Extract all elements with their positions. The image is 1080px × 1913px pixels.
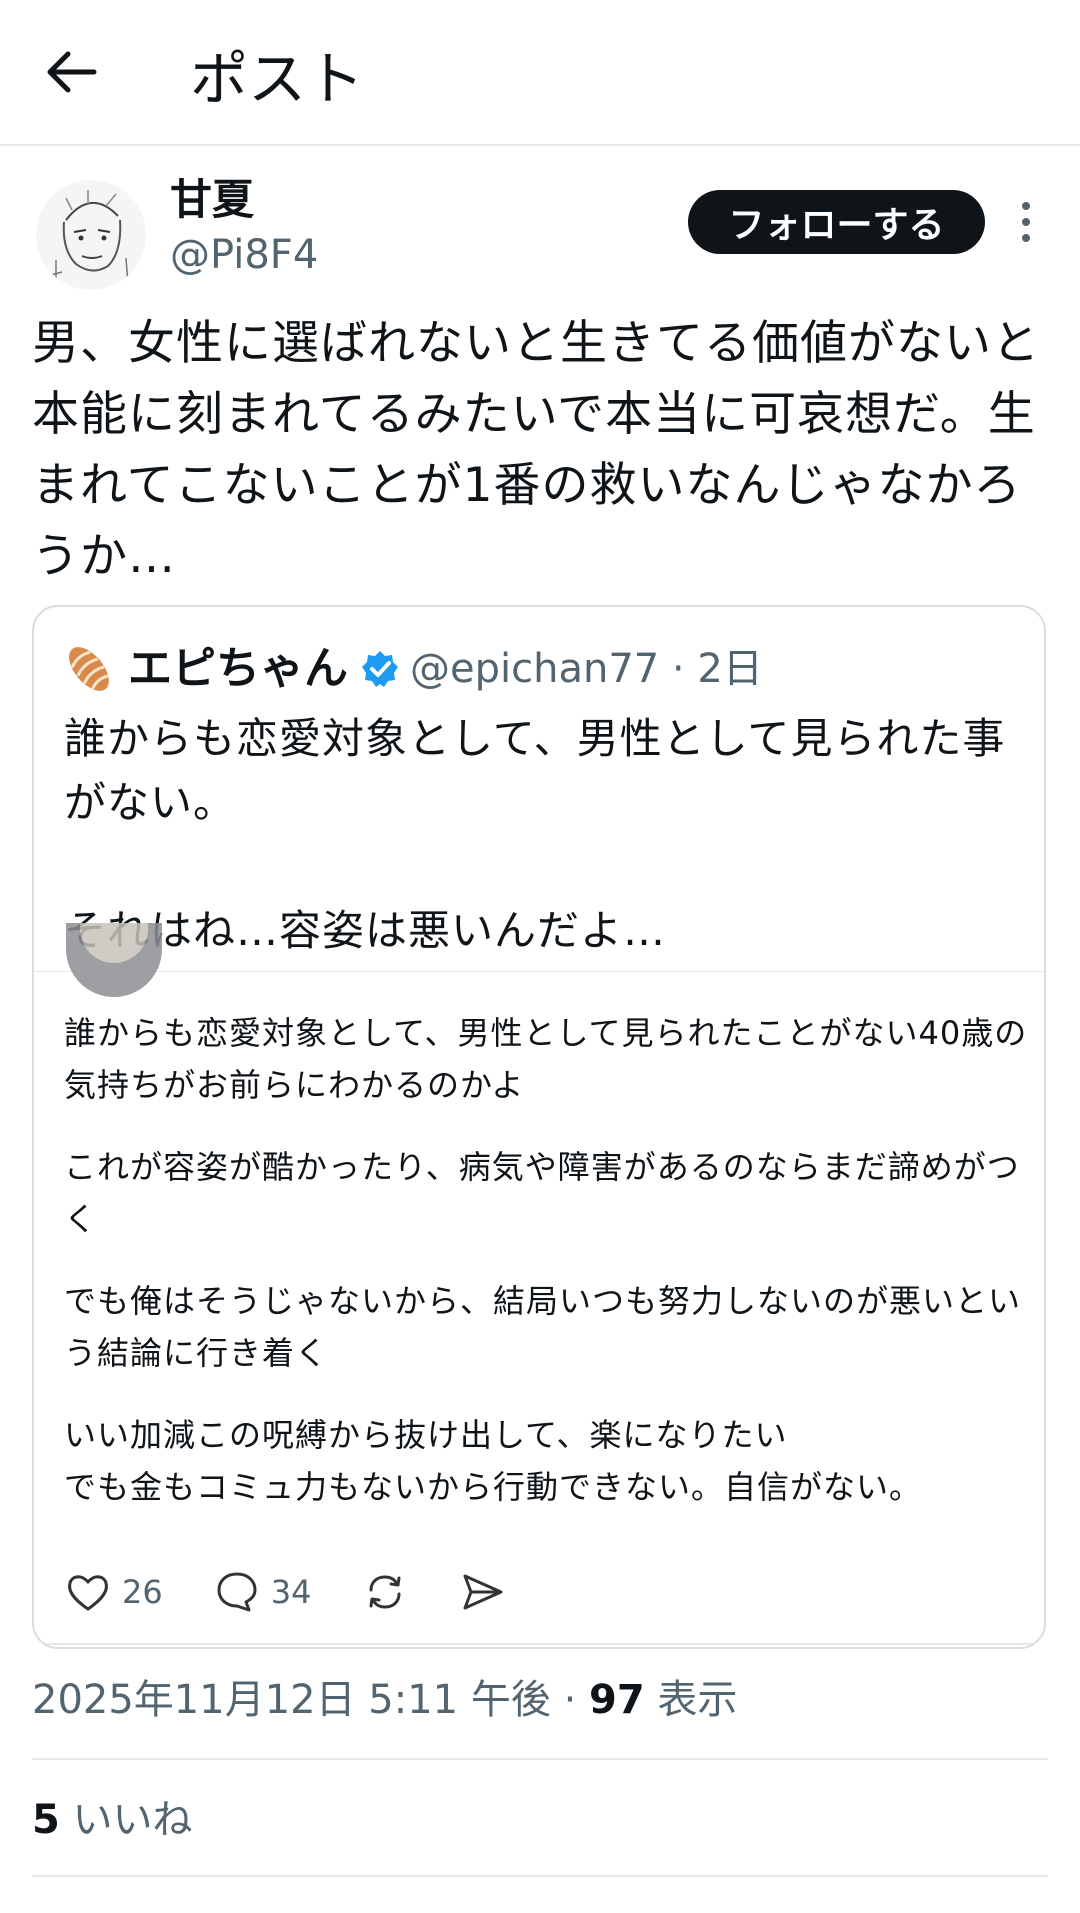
post-datetime[interactable]: 2025年11月12日 5:11 午後 xyxy=(32,1677,551,1723)
screenshot-paragraph: でも俺はそうじゃないから、結局いつも努力しないのが悪いという結論に行き着く xyxy=(64,1282,1022,1372)
share-action xyxy=(459,1568,507,1616)
divider xyxy=(32,1875,1048,1877)
media-divider xyxy=(34,971,1044,972)
screenshot-paragraph: でも金もコミュ力もないから行動できない。自信がない。 xyxy=(64,1468,923,1506)
top-app-bar: ポスト xyxy=(0,0,1080,146)
author-handle[interactable]: @Pi8F4 xyxy=(170,230,318,280)
avatar[interactable] xyxy=(36,180,146,290)
quoted-author-name[interactable]: エピちゃん xyxy=(128,641,348,697)
comment-bubble-icon xyxy=(217,1572,257,1612)
quoted-post-card[interactable]: エピちゃん @epichan77 · 2日 誰からも恋愛対象として、男性として見… xyxy=(32,605,1046,1649)
reply-count: 34 xyxy=(270,1573,312,1611)
follow-button[interactable]: フォローする xyxy=(688,190,985,254)
post-text: 男、女性に選ばれないと生きてる価値がないと本能に刻まれてるみたいで本当に可哀想だ… xyxy=(32,316,1040,584)
reply-action: 34 xyxy=(213,1568,312,1616)
sketch-face-avatar-image xyxy=(47,190,129,285)
screenshot-paragraph: これが容姿が酷かったり、病気や障害があるのならまだ諦めがつく xyxy=(64,1148,1020,1238)
view-count: 97 xyxy=(589,1677,645,1723)
quoted-text-line: 誰からも恋愛対象として、男性として見られた事がない。 xyxy=(64,714,1006,827)
cropped-avatar-image xyxy=(66,923,162,997)
quoted-post-header: エピちゃん @epichan77 · 2日 xyxy=(64,639,763,699)
quoted-author-handle[interactable]: @epichan77 xyxy=(410,641,659,697)
more-options-icon[interactable] xyxy=(1010,196,1042,248)
page-title: ポスト xyxy=(190,45,365,113)
like-action: 26 xyxy=(64,1568,163,1616)
bread-emoji-icon xyxy=(69,647,110,691)
likes-label: いいね xyxy=(59,1797,193,1843)
quoted-text-line: それはね…容姿は悪いんだよ… xyxy=(64,906,667,955)
repost-cycle-icon xyxy=(369,1575,401,1609)
meta-separator: · xyxy=(659,646,698,692)
likes-stat[interactable]: 5 いいね xyxy=(32,1792,193,1848)
back-arrow-icon[interactable] xyxy=(42,42,102,102)
views-label: 表示 xyxy=(644,1677,738,1723)
quoted-post-text: 誰からも恋愛対象として、男性として見られた事がない。 それはね…容姿は悪いんだよ… xyxy=(64,707,1024,963)
quoted-post-age: 2日 xyxy=(697,646,763,692)
meta-separator: · xyxy=(550,1677,590,1723)
verified-badge-icon xyxy=(362,651,398,687)
screenshot-paragraph: 誰からも恋愛対象として、男性として見られたことがない40歳の気持ちがお前らにわか… xyxy=(64,1014,1028,1104)
like-count: 26 xyxy=(122,1573,163,1611)
likes-count: 5 xyxy=(32,1797,60,1843)
author-name[interactable]: 甘夏 xyxy=(170,174,254,226)
repost-action xyxy=(361,1568,409,1616)
screenshot-action-bar: 26 34 xyxy=(64,1562,557,1622)
divider xyxy=(32,1758,1048,1760)
send-paper-plane-icon xyxy=(463,1574,503,1610)
post-timestamp-row: 2025年11月12日 5:11 午後 · 97 表示 xyxy=(32,1672,737,1728)
screenshot-paragraph: いい加減この呪縛から抜け出して、楽になりたい xyxy=(64,1416,788,1454)
heart-icon xyxy=(68,1575,108,1611)
post-author-row: 甘夏 @Pi8F4 フォローする xyxy=(0,150,1080,300)
screenshot-bottom-divider xyxy=(34,1643,1044,1645)
attached-screenshot-image[interactable]: 誰からも恋愛対象として、男性として見られたことがない40歳の気持ちがお前らにわか… xyxy=(64,1007,1034,1543)
